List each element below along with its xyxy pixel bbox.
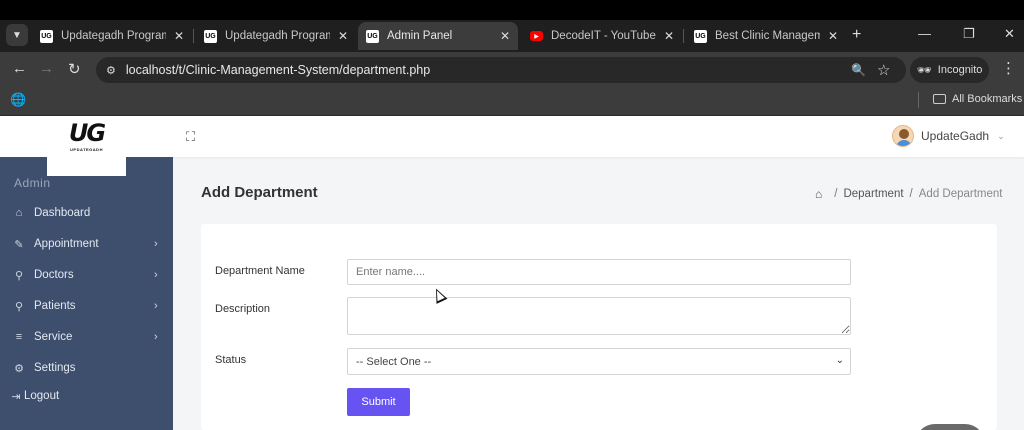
chevron-right-icon: › — [154, 238, 158, 250]
description-label: Description — [215, 303, 271, 315]
incognito-badge[interactable]: 🕶 Incognito — [910, 57, 989, 83]
breadcrumb-current: Add Department — [918, 188, 1003, 200]
breadcrumb-separator: / — [834, 188, 838, 200]
breadcrumb-separator: / — [909, 188, 913, 200]
updategadh-favicon-icon: UG — [694, 29, 707, 43]
close-icon[interactable]: ✕ — [828, 29, 838, 43]
user-icon: ⚲ — [14, 269, 24, 282]
close-icon[interactable]: ✕ — [500, 29, 510, 43]
browser-menu-icon[interactable]: ⋮ — [1001, 59, 1016, 77]
breadcrumb: ⌂ / Department / Add Department — [815, 187, 1003, 201]
chevron-right-icon: › — [154, 269, 158, 281]
bookmark-star-icon[interactable]: ☆ — [877, 61, 890, 79]
sidebar-item-settings[interactable]: ⚙ Settings — [0, 356, 173, 380]
incognito-label: Incognito — [937, 64, 983, 76]
back-arrow-icon[interactable]: ← — [12, 60, 27, 77]
browser-tab-2[interactable]: UG Updategadh Programmin ✕ — [196, 22, 356, 50]
restore-icon[interactable]: ❐ — [963, 26, 975, 42]
username: UpdateGadh — [921, 129, 990, 143]
user-menu[interactable]: UpdateGadh ⌄ — [892, 125, 1005, 147]
sidebar-item-label: Logout — [24, 390, 60, 402]
tab-title: Updategadh Programmin — [225, 30, 330, 42]
sidebar-section-title: Admin — [14, 176, 51, 190]
department-name-input[interactable] — [347, 259, 851, 285]
home-icon: ⌂ — [15, 207, 23, 219]
zoom-magnifier-icon[interactable]: 🔍 — [851, 63, 866, 77]
logo-mark: UG — [68, 119, 106, 147]
logout-icon: ⇥ — [11, 390, 21, 403]
all-bookmarks-label: All Bookmarks — [952, 93, 1023, 105]
all-bookmarks-button[interactable]: All Bookmarks — [933, 93, 1022, 105]
minimize-icon[interactable]: — — [918, 26, 931, 41]
browser-tab-5[interactable]: UG Best Clinic Management ✕ — [686, 22, 846, 50]
tab-divider — [683, 29, 684, 43]
user-icon: ⚲ — [14, 300, 24, 313]
sidebar-item-label: Settings — [34, 362, 76, 374]
gear-icon: ⚙ — [14, 362, 24, 375]
avatar — [892, 125, 914, 147]
chevron-down-icon: ⌄ — [997, 130, 1005, 141]
home-icon[interactable]: ⌂ — [815, 187, 822, 201]
new-tab-plus-icon[interactable]: + — [852, 26, 861, 44]
chevron-down-icon: ⌄ — [835, 355, 844, 366]
address-bar[interactable]: ⚙ localhost/t/Clinic-Management-System/d… — [96, 57, 906, 83]
tab-title: Best Clinic Management — [715, 30, 820, 42]
browser-tab-4[interactable]: ▶ DecodeIT - YouTube ✕ — [522, 22, 682, 50]
bookmarks-divider — [918, 92, 919, 108]
breadcrumb-link-department[interactable]: Department — [843, 188, 903, 200]
list-icon: ≡ — [15, 331, 23, 343]
tab-title: Updategadh Programmin — [61, 30, 166, 42]
chevron-right-icon: › — [154, 300, 158, 312]
incognito-icon: 🕶 — [916, 63, 932, 77]
fullscreen-expand-icon[interactable]: ⛶ — [186, 129, 195, 145]
status-selected-value: -- Select One -- — [356, 355, 432, 368]
submit-button[interactable]: Submit — [347, 388, 410, 416]
tab-title: Admin Panel — [387, 30, 453, 42]
sidebar-item-doctors[interactable]: ⚲ Doctors › — [0, 263, 173, 287]
browser-tab-1[interactable]: UG Updategadh Programmin ✕ — [32, 22, 192, 50]
tab-title: DecodeIT - YouTube — [551, 30, 656, 42]
updategadh-favicon-icon: UG — [366, 29, 379, 43]
sidebar-item-service[interactable]: ≡ Service › — [0, 325, 173, 349]
url-text[interactable]: localhost/t/Clinic-Management-System/dep… — [126, 63, 430, 77]
window-close-icon[interactable]: ✕ — [1004, 26, 1015, 42]
sidebar-item-label: Dashboard — [34, 207, 91, 219]
forward-arrow-icon[interactable]: → — [39, 60, 54, 77]
status-label: Status — [215, 354, 247, 366]
close-icon[interactable]: ✕ — [664, 29, 674, 43]
department-name-label: Department Name — [215, 265, 305, 277]
sidebar-item-appointment[interactable]: ✎ Appointment › — [0, 232, 173, 256]
sidebar-item-label: Patients — [34, 300, 76, 312]
status-select[interactable]: -- Select One -- ⌄ — [347, 348, 851, 375]
logo-text: UPDATEGADH — [70, 147, 103, 152]
youtube-favicon-icon: ▶ — [530, 31, 543, 41]
updategadh-favicon-icon: UG — [204, 29, 217, 43]
description-textarea[interactable] — [347, 297, 851, 335]
close-icon[interactable]: ✕ — [174, 29, 184, 43]
tab-search-button[interactable]: ▼ — [6, 24, 28, 46]
bookmarks-bar — [0, 86, 1024, 116]
sidebar-item-dashboard[interactable]: ⌂ Dashboard — [0, 201, 173, 225]
app-header — [0, 116, 1024, 157]
sidebar-item-patients[interactable]: ⚲ Patients › — [0, 294, 173, 318]
edit-icon: ✎ — [14, 238, 24, 251]
tab-divider — [193, 29, 194, 43]
logo[interactable]: UG UPDATEGADH — [47, 116, 126, 176]
page-title: Add Department — [201, 184, 318, 201]
chevron-down-icon: ▼ — [12, 29, 22, 41]
sidebar-item-label: Appointment — [34, 238, 99, 250]
browser-tab-3-active[interactable]: UG Admin Panel ✕ — [358, 22, 518, 50]
reload-icon[interactable]: ↻ — [68, 60, 81, 78]
updategadh-favicon-icon: UG — [40, 29, 53, 43]
close-icon[interactable]: ✕ — [338, 29, 348, 43]
sidebar-item-logout[interactable]: ⇥ Logout — [0, 384, 173, 408]
chevron-right-icon: › — [154, 331, 158, 343]
sidebar-item-label: Doctors — [34, 269, 74, 281]
site-info-icon[interactable]: ⚙ — [106, 64, 116, 77]
sidebar-item-label: Service — [34, 331, 73, 343]
folder-icon — [933, 94, 946, 104]
globe-icon[interactable]: 🌐 — [10, 92, 26, 108]
